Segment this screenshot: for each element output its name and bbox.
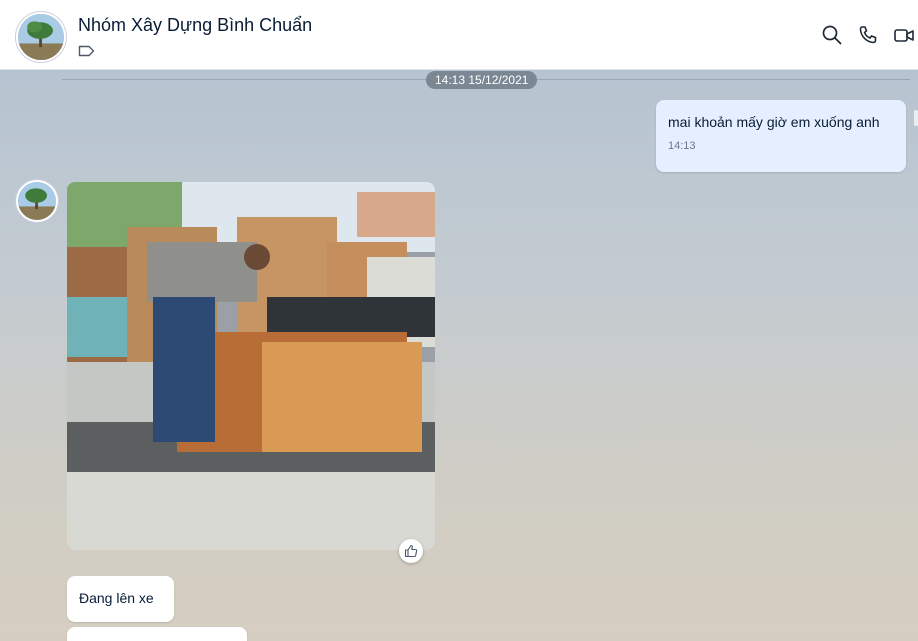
message-area[interactable]: 14:13 15/12/2021 mai khoản mấy giờ em xu… [0, 70, 918, 641]
outgoing-message-text: mai khoản mấy giờ em xuống anh [668, 114, 880, 130]
chat-header: Nhóm Xây Dựng Bình Chuẩn [0, 0, 918, 70]
outgoing-message-time: 14:13 [668, 140, 696, 152]
search-icon[interactable] [821, 24, 843, 46]
tag-icon[interactable] [78, 44, 95, 57]
phone-icon[interactable] [857, 24, 879, 46]
thumbs-up-icon [404, 544, 418, 558]
sender-avatar[interactable] [16, 180, 58, 222]
like-button[interactable] [399, 539, 423, 563]
group-avatar[interactable] [16, 12, 66, 62]
outgoing-message-bubble[interactable]: mai khoản mấy giờ em xuống anh 14:13 [656, 100, 906, 172]
time-divider-label: 14:13 15/12/2021 [426, 71, 538, 89]
photo-message[interactable] [67, 182, 435, 550]
incoming-message-bubble-partial[interactable] [67, 627, 247, 641]
video-call-icon[interactable] [893, 24, 915, 46]
conversation-title[interactable]: Nhóm Xây Dựng Bình Chuẩn [78, 15, 312, 36]
scrollbar-edge[interactable] [914, 110, 918, 126]
incoming-message-text: Đang lên xe [79, 590, 154, 606]
incoming-message-bubble[interactable]: Đang lên xe [67, 576, 174, 622]
